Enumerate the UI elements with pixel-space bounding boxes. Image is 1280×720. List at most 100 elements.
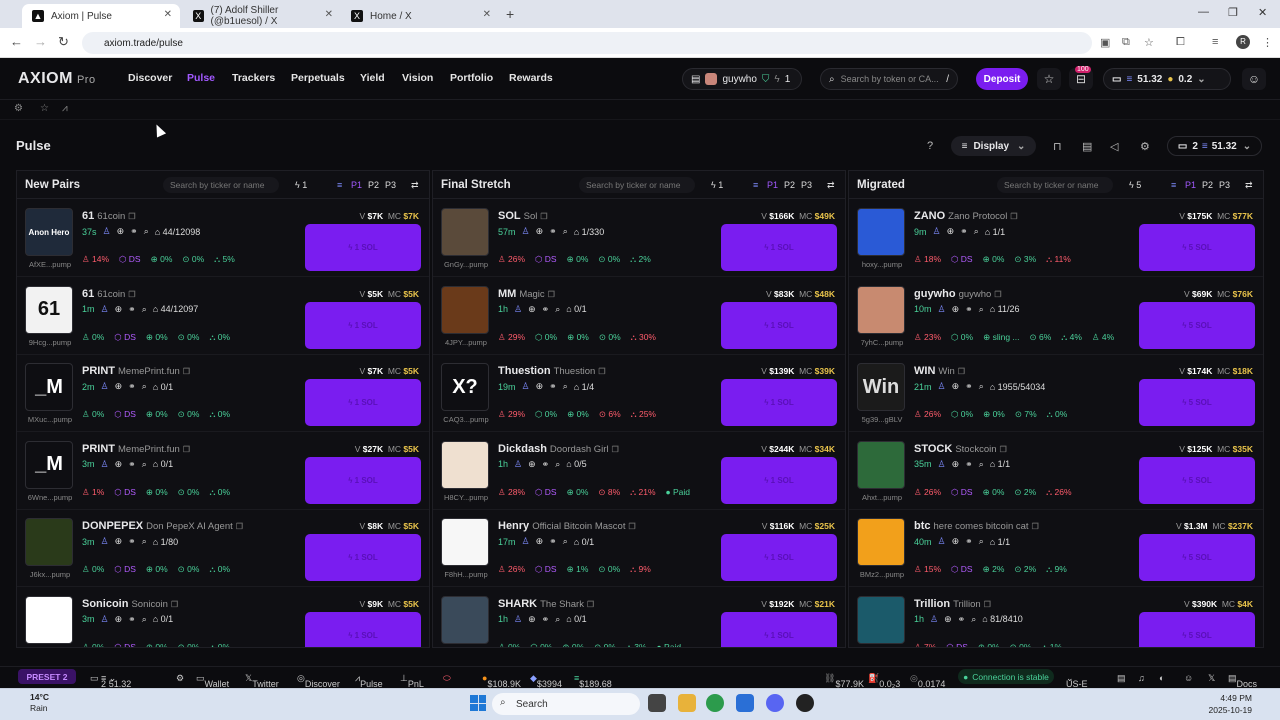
docs-link[interactable]: ▤ Docs <box>1228 673 1257 689</box>
deposit-button[interactable]: Deposit <box>976 68 1028 90</box>
token-avatar[interactable] <box>857 595 905 644</box>
token-avatar[interactable] <box>857 208 905 256</box>
token-avatar[interactable] <box>441 208 489 256</box>
token-card[interactable]: _M 6Wne...pump PRINT MemePrint.fun ❐ 3m ♙… <box>17 433 429 510</box>
filter-settings-icon[interactable]: ⚙ <box>1140 140 1150 153</box>
footer-pulse-link[interactable]: ⩘ Pulse <box>355 673 383 689</box>
window-close-icon[interactable]: ✕ <box>1258 6 1267 19</box>
nav-pulse[interactable]: Pulse <box>187 72 215 84</box>
token-address[interactable]: GnGy...pump <box>438 260 494 269</box>
token-avatar[interactable] <box>441 440 489 489</box>
reload-icon[interactable]: ↻ <box>58 34 69 50</box>
nav-yield[interactable]: Yield <box>360 72 385 84</box>
token-address[interactable]: Ahxt...pump <box>854 493 910 502</box>
restore-icon[interactable]: ❐ <box>1228 6 1238 19</box>
footer-discover-link[interactable]: ◎ Discover <box>297 673 340 689</box>
quick-buy-button[interactable]: ϟ 5 SOL <box>1139 379 1255 426</box>
quick-buy-button[interactable]: ϟ 5 SOL <box>1139 611 1255 647</box>
chart-icon[interactable]: ⩘ <box>62 103 68 114</box>
footer-wallet-selector[interactable]: ▭ 2 ≡ 51.32 ⌄ <box>90 673 131 689</box>
browser-tab-x-profile[interactable]: X (7) Adolf Shiller (@b1uesol) / X ✕ <box>183 4 341 28</box>
token-address[interactable]: J6kx...pump <box>22 570 78 579</box>
sound-icon[interactable]: ◁ <box>1110 140 1118 153</box>
wallet-selector[interactable]: ▭ 2 ≡ 51.32 ⌄ <box>1167 136 1262 156</box>
preset-p2[interactable]: P2 <box>368 180 379 190</box>
token-card[interactable]: GnGy...pump SOL Sol ❐ 57m ♙ ⊕ ⚭ ⌕ ⌂ 1/330… <box>433 200 845 277</box>
footer-twitter-link[interactable]: 𝕏 Twitter <box>245 673 279 689</box>
close-icon[interactable]: ✕ <box>325 9 333 20</box>
token-card[interactable]: 4JPY...pump MM Magic ❐ 1h ♙ ⊕ ⚭ ⌕ ⌂ 0/1 ♙… <box>433 278 845 355</box>
token-name[interactable]: Thuestion Thuestion ❐ <box>498 365 606 377</box>
token-avatar[interactable]: X? <box>441 363 489 411</box>
token-avatar[interactable]: 61 <box>25 285 73 334</box>
quick-buy-button[interactable]: ϟ 1 SOL <box>305 534 421 581</box>
token-name[interactable]: PRINT MemePrint.fun ❐ <box>82 443 190 455</box>
token-avatar[interactable]: _M <box>25 363 73 411</box>
preset-p3[interactable]: P3 <box>385 180 396 190</box>
token-name[interactable]: WIN Win ❐ <box>914 365 965 377</box>
column-search-input[interactable]: Search by ticker or name <box>579 177 695 193</box>
column-search-input[interactable]: Search by ticker or name <box>163 177 279 193</box>
quick-buy-button[interactable]: ϟ 1 SOL <box>305 456 421 504</box>
token-avatar[interactable]: _M <box>25 440 73 489</box>
minimize-icon[interactable]: — <box>1198 6 1209 18</box>
token-avatar[interactable] <box>441 518 489 566</box>
nav-discover[interactable]: Discover <box>128 72 172 84</box>
token-address[interactable]: 9Hcg...pump <box>22 338 78 347</box>
token-card[interactable]: SHARK The Shark ❐ 1h ♙ ⊕ ⚭ ⌕ ⌂ 0/1 ♙ 0% ⬡ … <box>433 588 845 647</box>
preset-p3[interactable]: P3 <box>801 180 812 190</box>
token-name[interactable]: Henry Official Bitcoin Mascot ❐ <box>498 520 636 532</box>
token-address[interactable]: 6Wne...pump <box>22 493 78 502</box>
back-icon[interactable]: ← <box>10 34 23 49</box>
column-search-input[interactable]: Search by ticker or name <box>997 177 1113 193</box>
footer-bell-icon[interactable]: ♫ <box>1138 673 1145 683</box>
token-card[interactable]: hoxy...pump ZANO Zano Protocol ❐ 9m ♙ ⊕ ⚭… <box>849 200 1263 277</box>
token-address[interactable]: AfXE...pump <box>22 260 78 269</box>
quick-buy-button[interactable]: ϟ 1 SOL <box>721 534 837 581</box>
quick-buy-button[interactable]: ϟ 5 SOL <box>1139 301 1255 349</box>
nav-vision[interactable]: Vision <box>402 72 433 84</box>
quick-buy-button[interactable]: ϟ 1 SOL <box>721 379 837 426</box>
forward-icon[interactable]: → <box>34 34 47 49</box>
token-card[interactable]: 61 9Hcg...pump 61 61coin ❐ 1m ♙ ⊕ ⚭ ⌕ ⌂ 4… <box>17 278 429 355</box>
token-name[interactable]: ZANO Zano Protocol ❐ <box>914 210 1018 222</box>
token-name[interactable]: Trillion Trillion ❐ <box>914 598 991 610</box>
quick-buy-button[interactable]: ϟ 5 SOL <box>1139 456 1255 504</box>
browser-tab-x-home[interactable]: X Home / X ✕ <box>341 4 499 28</box>
token-name[interactable]: DONPEPEX Don PepeX AI Agent ❐ <box>82 520 243 532</box>
quick-buy-amount[interactable]: ϟ 1 <box>711 180 723 190</box>
token-name[interactable]: guywho guywho ❐ <box>914 288 1002 300</box>
token-card[interactable]: Sonicoin Sonicoin ❐ 3m ♙ ⊕ ⚭ ⌕ ⌂ 0/1 ♙ 0%… <box>17 588 429 647</box>
nav-rewards[interactable]: Rewards <box>509 72 553 84</box>
discord-icon[interactable]: ☺ <box>1184 673 1193 683</box>
token-card[interactable]: Ahxt...pump STOCK Stockcoin ❐ 35m ♙ ⊕ ⚭ ⌕… <box>849 433 1263 510</box>
token-address[interactable]: 4JPY...pump <box>438 338 494 347</box>
settings-icon[interactable]: ⚙ <box>14 103 23 114</box>
column-filter-icon[interactable]: ⇄ <box>1245 180 1253 191</box>
token-name[interactable]: STOCK Stockcoin ❐ <box>914 443 1007 455</box>
app-icon[interactable] <box>736 694 754 712</box>
token-card[interactable]: X? CAQ3...pump Thuestion Thuestion ❐ 19m … <box>433 355 845 432</box>
token-avatar[interactable] <box>441 285 489 334</box>
token-address[interactable]: H8CY...pump <box>438 493 494 502</box>
preset-p1[interactable]: P1 <box>767 180 778 190</box>
token-name[interactable]: Sonicoin Sonicoin ❐ <box>82 598 178 610</box>
footer-tracker-icon[interactable]: ⬭ <box>443 673 451 684</box>
balance-pill[interactable]: ▭ ≡ 51.32 ● 0.2 ⌄ <box>1103 68 1231 90</box>
token-avatar[interactable] <box>441 595 489 644</box>
token-address[interactable]: hoxy...pump <box>854 260 910 269</box>
quick-buy-button[interactable]: ϟ 1 SOL <box>721 611 837 647</box>
token-search[interactable]: ⌕ Search by token or CA... / <box>820 68 958 90</box>
token-avatar[interactable] <box>25 595 73 644</box>
file-explorer-icon[interactable] <box>678 694 696 712</box>
chrome-icon[interactable] <box>706 694 724 712</box>
taskbar-clock[interactable]: 4:49 PM 2025-10-19 <box>1209 692 1252 716</box>
bookmark-star-icon[interactable]: ☆ <box>1144 36 1154 49</box>
nav-portfolio[interactable]: Portfolio <box>450 72 493 84</box>
preset-p3[interactable]: P3 <box>1219 180 1230 190</box>
user-pill[interactable]: ▤ guywho ⛉ ϟ 1 <box>682 68 802 90</box>
token-card[interactable]: F8hH...pump Henry Official Bitcoin Mascot… <box>433 510 845 587</box>
token-card[interactable]: Win 5g39...gBLV WIN Win ❐ 21m ♙ ⊕ ⚭ ⌕ ⌂ 1… <box>849 355 1263 432</box>
footer-theme-icon[interactable]: ◐ <box>1159 673 1164 683</box>
extensions-icon[interactable]: ⧠ <box>1176 36 1185 49</box>
